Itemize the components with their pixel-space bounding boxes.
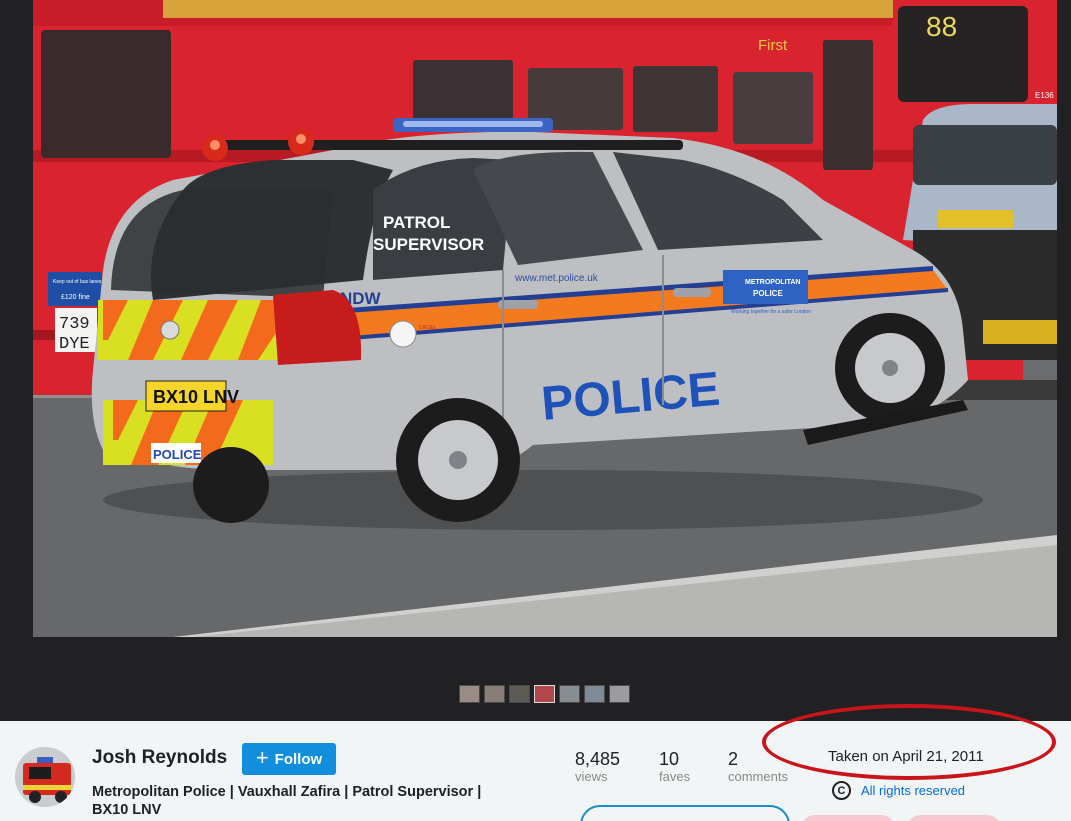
bus-fleet-number: E136 bbox=[1035, 91, 1054, 100]
photo-filmstrip bbox=[459, 685, 630, 705]
date-taken[interactable]: Taken on April 21, 2011 bbox=[828, 748, 984, 765]
faves-count: 10 bbox=[659, 749, 680, 769]
filmstrip-thumbnail[interactable] bbox=[584, 685, 605, 703]
car-plate: BX10 LNV bbox=[153, 387, 239, 407]
bus-plate-line-2: DYE bbox=[59, 335, 90, 354]
faves-stat: 10 faves bbox=[659, 749, 690, 785]
car-website-text: www.met.police.uk bbox=[514, 273, 599, 284]
bus-plate-line-1: 739 bbox=[59, 315, 90, 334]
car-force-name-1: METROPOLITAN bbox=[745, 279, 800, 286]
comments-label: comments bbox=[728, 769, 788, 784]
plus-icon: + bbox=[255, 745, 269, 770]
owner-avatar[interactable] bbox=[15, 747, 75, 807]
bus-route-number: 88 bbox=[926, 11, 957, 42]
filmstrip-thumbnail[interactable] bbox=[559, 685, 580, 703]
main-photo[interactable]: 88 First E136 Keep out of bus lanes £120… bbox=[33, 0, 1057, 637]
photo-viewer: 88 First E136 Keep out of bus lanes £120… bbox=[0, 0, 1071, 721]
follow-label: Follow bbox=[274, 750, 323, 768]
views-label: views bbox=[575, 769, 608, 784]
car-window-text-2: SUPERVISOR bbox=[373, 235, 484, 254]
filmstrip-thumbnail[interactable] bbox=[509, 685, 530, 703]
bus-operator-logo: First bbox=[758, 37, 788, 54]
car-slogan: Working together for a safer London bbox=[731, 309, 811, 315]
owner-name[interactable]: Josh Reynolds bbox=[92, 747, 227, 769]
comments-stat: 2 comments bbox=[728, 749, 788, 785]
faves-label: faves bbox=[659, 769, 691, 784]
bus-lane-fine: £120 fine bbox=[61, 294, 90, 301]
photo-page: 88 First E136 Keep out of bus lanes £120… bbox=[0, 0, 1071, 821]
filmstrip-thumbnail[interactable] bbox=[609, 685, 630, 703]
views-count: 8,485 bbox=[575, 749, 621, 769]
car-fuel-label: DIESEL bbox=[419, 325, 437, 331]
copyright-icon: C bbox=[832, 781, 851, 800]
bus-lane-sign: Keep out of bus lanes bbox=[53, 279, 102, 285]
filmstrip-thumbnail[interactable] bbox=[484, 685, 505, 703]
car-rear-badge: POLICE bbox=[153, 447, 202, 462]
license-link[interactable]: All rights reserved bbox=[861, 783, 965, 798]
license-info[interactable]: C All rights reserved bbox=[832, 781, 965, 800]
avatar-image bbox=[15, 747, 75, 807]
photo-info-bar: Josh Reynolds + Follow Metropolitan Poli… bbox=[0, 704, 1071, 821]
filmstrip-thumbnail-current[interactable] bbox=[534, 685, 555, 703]
photo-title: Metropolitan Police | Vauxhall Zafira | … bbox=[92, 784, 482, 818]
follow-button[interactable]: + Follow bbox=[242, 743, 336, 775]
comments-count: 2 bbox=[728, 749, 739, 769]
action-button-pink[interactable] bbox=[906, 815, 1002, 821]
car-force-name-2: POLICE bbox=[753, 289, 783, 298]
photo-image: 88 First E136 Keep out of bus lanes £120… bbox=[33, 0, 1057, 637]
action-button[interactable] bbox=[580, 805, 790, 821]
car-window-text-1: PATROL bbox=[383, 213, 450, 232]
views-stat: 8,485 views bbox=[575, 749, 620, 785]
action-button-pink[interactable] bbox=[800, 815, 896, 821]
filmstrip-thumbnail[interactable] bbox=[459, 685, 480, 703]
